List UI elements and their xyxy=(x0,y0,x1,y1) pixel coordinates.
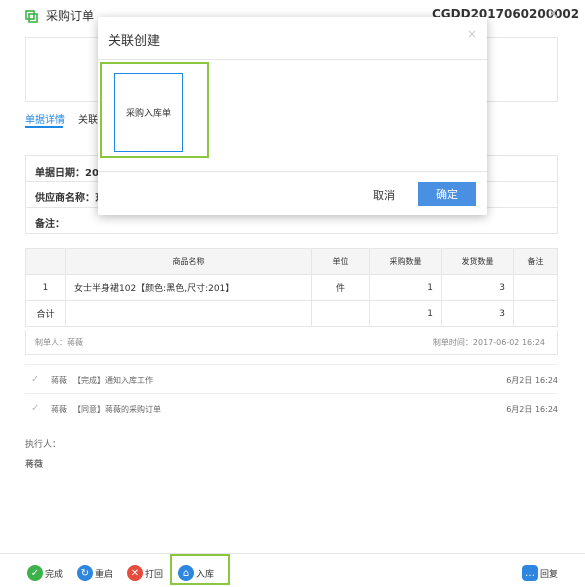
reject-button[interactable]: ✕ 打回 xyxy=(127,562,163,584)
cell-empty xyxy=(311,300,370,327)
col-header: 采购数量 xyxy=(369,248,442,275)
col-header: 商品名称 xyxy=(65,248,312,275)
tab-details[interactable]: 单据详情 xyxy=(25,111,65,126)
restart-label: 重启 xyxy=(95,569,114,580)
link-create-dialog: 关联创建 × 采购入库单 取消 确定 xyxy=(98,17,487,215)
log-user: 蒋薇 xyxy=(51,376,67,385)
cell-total-label: 合计 xyxy=(25,300,66,327)
close-icon[interactable]: × xyxy=(547,4,560,22)
chat-icon: … xyxy=(522,565,538,581)
reject-label: 打回 xyxy=(145,569,164,580)
close-icon: ✕ xyxy=(127,565,143,581)
divider xyxy=(25,393,558,394)
tab-related[interactable]: 关联 xyxy=(78,111,98,126)
divider xyxy=(25,364,558,365)
log-user: 蒋薇 xyxy=(51,405,67,414)
complete-button[interactable]: ✓ 完成 xyxy=(27,562,63,584)
home-icon: ⌂ xyxy=(178,565,194,581)
cell-empty xyxy=(513,300,558,327)
table-total-row: 合计 1 3 xyxy=(25,300,558,327)
cell-purchase-qty: 1 xyxy=(369,274,442,301)
inbound-button[interactable]: ⌂ 入库 xyxy=(178,562,214,584)
table-row: 1 女士半身裙102【颜色:黑色,尺寸:201】 件 1 3 xyxy=(25,274,558,301)
log-time: 6月2日 16:24 xyxy=(506,405,558,414)
check-icon: ✓ xyxy=(31,374,40,385)
inbound-label: 入库 xyxy=(196,569,215,580)
option-highlight: 采购入库单 xyxy=(100,62,209,158)
cell-product: 女士半身裙102【颜色:黑色,尺寸:201】 xyxy=(65,274,312,301)
info-label: 备注： xyxy=(35,219,65,230)
cell-empty xyxy=(65,300,312,327)
cell-remark xyxy=(513,274,558,301)
cell-unit: 件 xyxy=(311,274,370,301)
check-icon: ✓ xyxy=(27,565,43,581)
col-header: 发货数量 xyxy=(441,248,514,275)
cancel-button[interactable]: 取消 xyxy=(373,187,395,203)
reply-label: 回复 xyxy=(540,569,559,580)
divider xyxy=(98,59,487,60)
col-header: 备注 xyxy=(513,248,558,275)
copy-icon xyxy=(25,10,38,23)
restart-button[interactable]: ↻ 重启 xyxy=(77,562,113,584)
col-header: 单位 xyxy=(311,248,370,275)
cell-total-ship: 3 xyxy=(441,300,514,327)
cell-ship-qty: 3 xyxy=(441,274,514,301)
page-title: 采购订单 xyxy=(46,9,95,23)
cell-index: 1 xyxy=(25,274,66,301)
product-table: 商品名称 单位 采购数量 发货数量 备注 1 女士半身裙102【颜色:黑色,尺寸… xyxy=(25,248,558,327)
close-icon[interactable]: × xyxy=(467,27,477,41)
table-header-row: 商品名称 单位 采购数量 发货数量 备注 xyxy=(25,248,558,275)
reply-button[interactable]: … 回复 xyxy=(522,562,558,584)
complete-label: 完成 xyxy=(45,569,64,580)
purchase-inbound-card[interactable]: 采购入库单 xyxy=(114,73,183,152)
maker-time: 制单时间：2017-06-02 16:24 xyxy=(432,338,545,347)
info-label: 供应商名称： xyxy=(35,193,95,204)
info-label: 单据日期： xyxy=(35,168,85,179)
refresh-icon: ↻ xyxy=(77,565,93,581)
cell-total-purchase: 1 xyxy=(369,300,442,327)
check-icon: ✓ xyxy=(31,403,40,414)
divider xyxy=(98,171,487,172)
executor-name: 蒋薇 xyxy=(25,460,44,470)
maker-label: 制单人：蒋薇 xyxy=(35,338,83,347)
dialog-title: 关联创建 xyxy=(108,34,161,49)
log-time: 6月2日 16:24 xyxy=(506,376,558,385)
confirm-button[interactable]: 确定 xyxy=(418,182,476,206)
maker-row: 制单人：蒋薇 制单时间：2017-06-02 16:24 xyxy=(25,330,558,355)
log-text: 【同意】蒋薇的采购订单 xyxy=(73,405,161,414)
col-header xyxy=(25,248,66,275)
tab-indicator xyxy=(25,126,63,128)
executor-label: 执行人： xyxy=(25,440,62,450)
log-text: 【完成】通知入库工作 xyxy=(73,376,153,385)
